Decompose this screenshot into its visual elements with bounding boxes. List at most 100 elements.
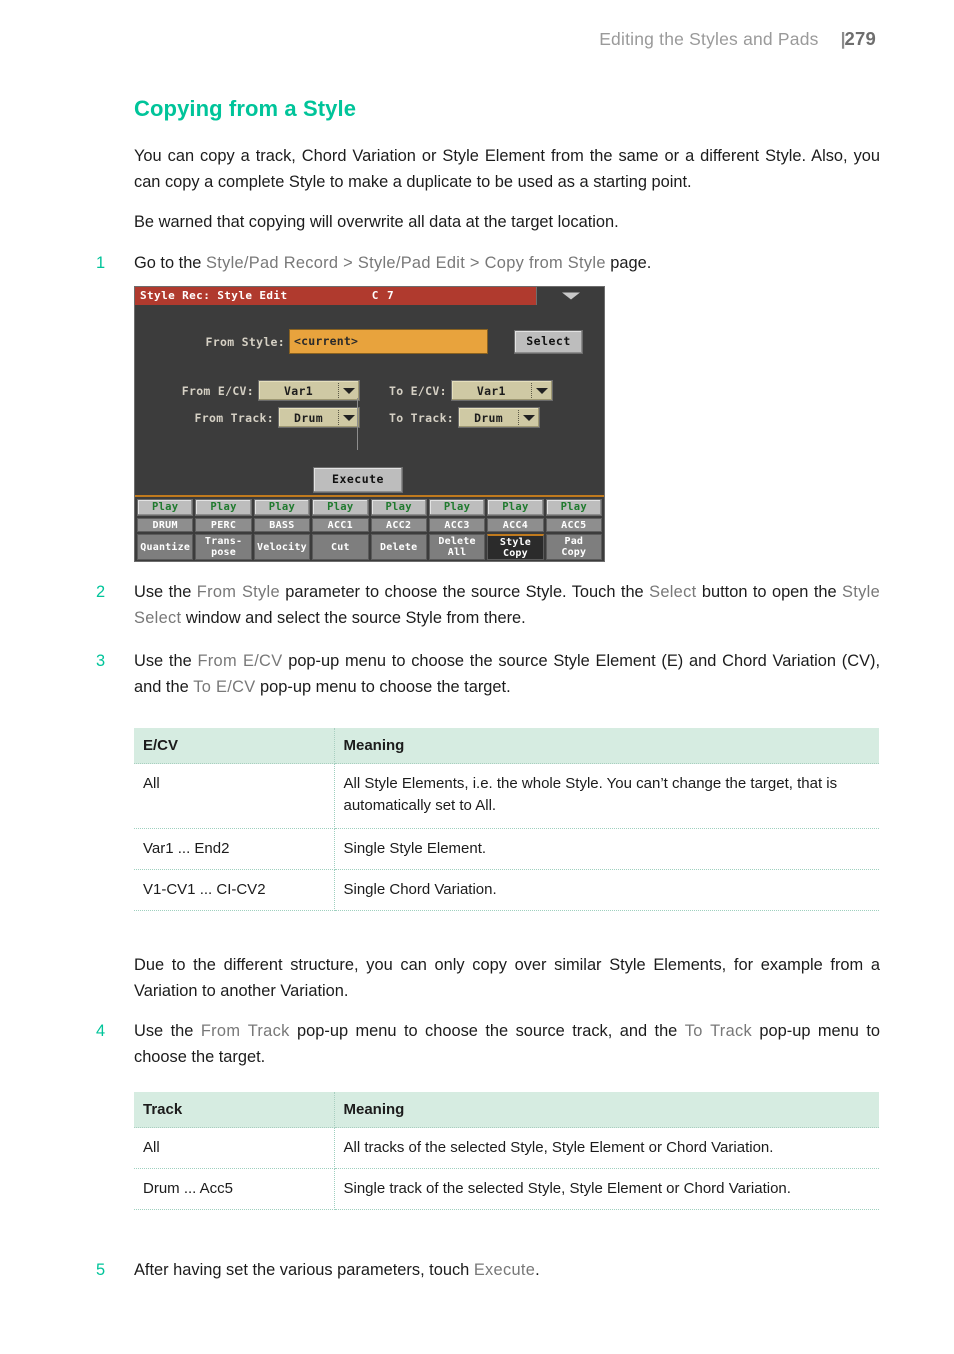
table-cell: All tracks of the selected Style, Style … xyxy=(334,1127,879,1169)
table-header-row: E/CV Meaning xyxy=(134,728,879,764)
bottom-tab[interactable]: Delete xyxy=(370,534,427,560)
execute-button[interactable]: Execute xyxy=(313,467,403,493)
track-row: From Track: Drum To Track: Drum xyxy=(135,407,604,428)
device-menu-button[interactable] xyxy=(536,287,604,305)
intro-paragraph-2: Be warned that copying will overwrite al… xyxy=(134,213,619,231)
chevron-down-icon xyxy=(519,414,539,421)
table-row: All All Style Elements, i.e. the whole St… xyxy=(134,763,879,829)
device-chord-display: C 7 xyxy=(371,289,395,302)
play-button[interactable]: Play xyxy=(253,499,311,516)
step-2-frag-4: window and select the source Style from … xyxy=(181,608,526,627)
step-4-frag-1: Use the xyxy=(134,1022,201,1040)
track-name-label: ACC4 xyxy=(487,518,544,532)
ecv-table-body: All All Style Elements, i.e. the whole St… xyxy=(134,763,879,911)
table-cell: Single Style Element. xyxy=(334,828,879,870)
from-track-value: Drum xyxy=(294,410,323,425)
chevron-down-icon xyxy=(339,414,359,421)
step-2-frag-1: Use the xyxy=(134,583,197,601)
device-divider xyxy=(357,398,358,450)
bottom-tab[interactable]: Velocity xyxy=(253,534,311,560)
ecv-table-header-1: Meaning xyxy=(334,728,879,764)
step-5-frag-2: . xyxy=(535,1261,540,1279)
intro-paragraph-1: You can copy a track, Chord Variation or… xyxy=(134,147,880,191)
step-2-frag-3: button to open the xyxy=(696,583,843,601)
device-bottom-tabs: Quantize Trans-pose Velocity Cut Delete Delet… xyxy=(135,534,604,561)
step-3-number: 3 xyxy=(96,652,106,670)
step-5-number: 5 xyxy=(96,1261,106,1279)
chevron-down-icon xyxy=(339,387,359,394)
from-ecv-value: Var1 xyxy=(284,383,313,398)
bottom-tab[interactable]: Trans-pose xyxy=(195,534,252,560)
chevron-down-icon xyxy=(561,292,580,300)
play-button[interactable]: Play xyxy=(545,499,602,516)
from-track-dropdown[interactable]: Drum xyxy=(278,407,360,428)
step-4: 4 Use the From Track pop-up menu to choo… xyxy=(96,1019,880,1070)
track-table-head: Track Meaning xyxy=(134,1092,879,1128)
step-5-term-execute: Execute xyxy=(473,1261,536,1279)
bottom-tab[interactable]: Pad Copy xyxy=(545,534,602,560)
table-row: Var1 ... End2 Single Style Element. xyxy=(134,828,879,870)
from-style-label: From Style: xyxy=(205,334,285,349)
device-titlebar: Style Rec: Style Edit C 7 xyxy=(135,287,604,305)
step-4-text: Use the From Track pop-up menu to choose… xyxy=(134,1019,880,1070)
track-name-label: ACC2 xyxy=(370,518,427,532)
table-row: All All tracks of the selected Style, Sty… xyxy=(134,1127,879,1169)
step-1-path: Style/Pad Record > Style/Pad Edit > Copy… xyxy=(205,253,606,272)
bottom-tab[interactable]: Style Copy xyxy=(487,534,544,560)
from-track-cell: From Track: Drum xyxy=(135,407,363,428)
step-5: 5 After having set the various parameter… xyxy=(96,1258,880,1284)
track-name-label: ACC1 xyxy=(312,518,369,532)
play-button[interactable]: Play xyxy=(370,499,427,516)
table-row: V1-CV1 ... CI-CV2 Single Chord Variation. xyxy=(134,869,879,911)
track-table: Track Meaning All All tracks of the selec… xyxy=(134,1092,879,1210)
to-ecv-dropdown[interactable]: Var1 xyxy=(450,380,553,401)
track-name-label: ACC5 xyxy=(545,518,602,532)
ecv-table: E/CV Meaning All All Style Elements, i.e.… xyxy=(134,728,879,911)
step-4-term-to-track: To Track xyxy=(684,1022,752,1040)
bottom-tab[interactable]: Cut xyxy=(312,534,369,560)
step-3-term-from-ecv: From E/CV xyxy=(197,652,283,670)
table-cell: All xyxy=(134,1127,335,1169)
step-1-text-before: Go to the xyxy=(134,253,206,272)
play-button[interactable]: Play xyxy=(487,499,544,516)
step-4-term-from-track: From Track xyxy=(200,1022,290,1040)
track-table-header-1: Meaning xyxy=(334,1092,879,1128)
step-3: 3 Use the From E/CV pop-up menu to choos… xyxy=(96,649,880,700)
play-button[interactable]: Play xyxy=(428,499,486,516)
step-4-number: 4 xyxy=(96,1022,106,1040)
to-track-cell: To Track: Drum xyxy=(363,407,541,428)
device-play-buttons: Play Play Play Play Play Play Play Play xyxy=(135,497,604,518)
play-button[interactable]: Play xyxy=(137,499,194,516)
to-track-label: To Track: xyxy=(389,410,455,425)
device-track-names: DRUM PERC BASS ACC1 ACC2 ACC3 ACC4 ACC5 xyxy=(135,518,604,534)
bottom-tab[interactable]: Quantize xyxy=(137,534,194,560)
ecv-table-head: E/CV Meaning xyxy=(134,728,879,764)
table-header-row: Track Meaning xyxy=(134,1092,879,1128)
table-cell: Var1 ... End2 xyxy=(134,828,335,870)
page-header: Editing the Styles and Pads | 279 xyxy=(0,28,876,50)
step-2: 2 Use the From Style parameter to choose… xyxy=(96,580,880,631)
step-3-term-to-ecv: To E/CV xyxy=(193,677,256,696)
bottom-tab[interactable]: Delete All xyxy=(428,534,486,560)
to-ecv-cell: To E/CV: Var1 xyxy=(363,380,553,401)
from-ecv-dropdown[interactable]: Var1 xyxy=(258,380,360,401)
table-cell: All xyxy=(134,763,335,829)
table-cell: Single track of the selected Style, Styl… xyxy=(334,1168,879,1210)
step-5-text: After having set the various parameters,… xyxy=(134,1258,880,1284)
play-button[interactable]: Play xyxy=(195,499,252,516)
step-3-frag-1: Use the xyxy=(134,652,198,670)
play-button[interactable]: Play xyxy=(312,499,369,516)
from-style-field[interactable]: <current> xyxy=(289,329,488,354)
to-ecv-label: To E/CV: xyxy=(389,383,447,398)
to-track-dropdown[interactable]: Drum xyxy=(458,407,541,428)
device-title: Style Rec: Style Edit xyxy=(140,289,288,302)
ecv-table-header-0: E/CV xyxy=(134,728,335,764)
to-ecv-value: Var1 xyxy=(476,383,506,398)
step-2-term-select: Select xyxy=(649,583,697,601)
track-name-label: DRUM xyxy=(137,518,194,532)
track-name-label: BASS xyxy=(253,518,311,532)
step-1-text: Go to the Style/Pad Record > Style/Pad E… xyxy=(134,251,880,277)
section-title: Copying from a Style xyxy=(134,96,357,121)
select-button[interactable]: Select xyxy=(514,329,583,354)
table-cell: Single Chord Variation. xyxy=(334,869,879,911)
